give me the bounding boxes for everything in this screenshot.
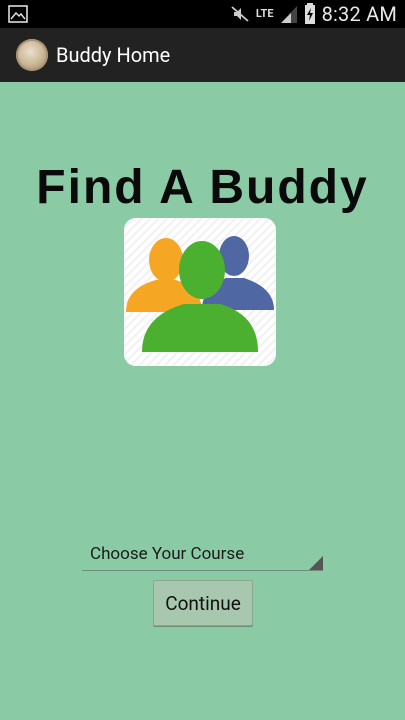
page-title: Find A Buddy (36, 161, 369, 214)
action-bar: Buddy Home (0, 28, 405, 82)
app-avatar-icon[interactable] (16, 39, 48, 71)
course-spinner-value: Choose Your Course (90, 544, 245, 564)
course-spinner[interactable]: Choose Your Course (82, 538, 323, 571)
image-icon (8, 5, 28, 23)
buddy-group-logo (124, 218, 276, 366)
lte-icon: LTE (255, 7, 274, 20)
status-bar: LTE 8:32 AM (0, 0, 405, 28)
app-title: Buddy Home (56, 43, 171, 67)
continue-button[interactable]: Continue (153, 580, 253, 626)
mute-icon (231, 6, 249, 22)
dropdown-arrow-icon (309, 556, 323, 570)
signal-icon (280, 6, 297, 23)
status-time: 8:32 AM (321, 2, 397, 26)
main-content: Find A Buddy Choose Your Course Continue (0, 82, 405, 720)
battery-charging-icon (304, 3, 315, 24)
